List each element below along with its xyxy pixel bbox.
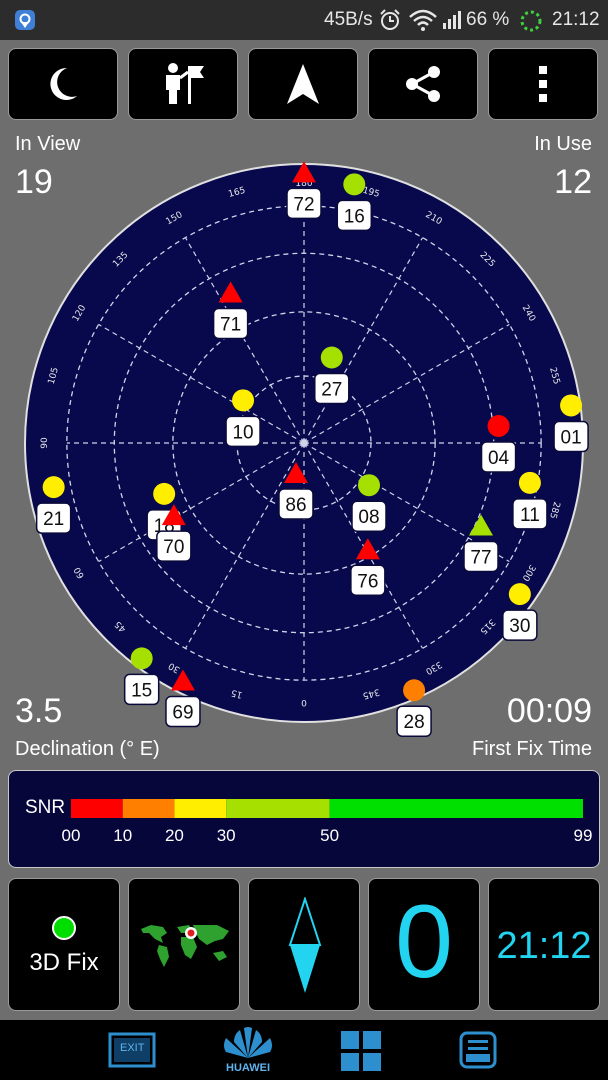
in-view-label: In View xyxy=(15,133,81,155)
satellite-id: 27 xyxy=(321,380,342,401)
sky-plot: 0153045607590105120135150165180195210225… xyxy=(24,161,589,737)
waypoint-button[interactable] xyxy=(128,48,238,120)
snr-segment xyxy=(71,799,123,818)
satellite-id: 70 xyxy=(163,537,184,558)
speed-value: 0 xyxy=(395,884,453,1000)
first-fix-value: 00:09 xyxy=(506,692,592,730)
satellite-id: 71 xyxy=(220,315,241,336)
satellite-id: 16 xyxy=(344,206,365,227)
alarm-icon xyxy=(380,9,400,30)
satellite-marker xyxy=(403,679,426,702)
satellite-id: 11 xyxy=(520,505,540,526)
battery-percent: 66 % xyxy=(466,9,510,30)
satellite-marker xyxy=(343,173,366,196)
fix-indicator-dot xyxy=(52,916,76,940)
navigate-button[interactable] xyxy=(248,48,358,120)
snr-tick-label: 20 xyxy=(165,826,184,845)
satellite-marker xyxy=(357,474,380,497)
brand-label: HUAWEI xyxy=(226,1062,270,1074)
satellite-id: 21 xyxy=(43,509,64,530)
navigation-bar: EXIT HUAWEI xyxy=(0,1020,608,1080)
satellite-id: 76 xyxy=(357,571,378,592)
satellite-id: 86 xyxy=(285,495,306,516)
snr-tick-label: 00 xyxy=(62,826,81,845)
apps-grid-icon xyxy=(341,1031,381,1071)
satellite-id: 77 xyxy=(470,548,491,569)
world-map-icon xyxy=(137,919,233,971)
clock-display[interactable]: 21:12 xyxy=(488,878,600,1011)
signal-icon xyxy=(443,11,461,29)
location-icon xyxy=(15,10,35,30)
share-button[interactable] xyxy=(368,48,478,120)
more-vertical-icon xyxy=(539,66,547,102)
declination-label: Declination (° E) xyxy=(15,738,160,760)
more-options-button[interactable] xyxy=(488,48,598,120)
clock-value: 21:12 xyxy=(496,925,592,967)
loading-ring-icon xyxy=(520,10,542,32)
snr-tick-label: 50 xyxy=(320,826,339,845)
snr-tick-label: 99 xyxy=(574,826,593,845)
speed-display[interactable]: 0 xyxy=(368,878,480,1011)
notifications-button[interactable] xyxy=(458,1030,498,1070)
snr-tick-label: 30 xyxy=(217,826,236,845)
satellite-marker xyxy=(232,389,255,412)
person-flag-icon xyxy=(166,63,204,104)
satellite-marker xyxy=(560,394,583,417)
share-icon xyxy=(406,66,440,102)
declination-value: 3.5 xyxy=(15,692,63,730)
satellite-id: 28 xyxy=(404,712,425,733)
satellite-marker xyxy=(153,482,176,505)
satellite-id: 72 xyxy=(293,194,314,215)
navigation-arrow-icon xyxy=(287,64,319,104)
exit-label: EXIT xyxy=(120,1042,145,1054)
fix-status-button[interactable]: 3D Fix xyxy=(8,878,120,1011)
night-mode-button[interactable] xyxy=(8,48,118,120)
first-fix-label: First Fix Time xyxy=(472,738,592,760)
apps-button[interactable] xyxy=(340,1030,382,1072)
wifi-icon xyxy=(409,9,437,31)
satellite-id: 04 xyxy=(488,448,510,469)
satellite-id: 08 xyxy=(358,507,379,528)
azimuth-tick-label: 0 xyxy=(301,697,307,707)
moon-icon xyxy=(50,67,77,100)
snr-legend: SNR 00 10 20 30 50 99 xyxy=(8,770,600,868)
azimuth-tick-label: 90 xyxy=(40,437,50,449)
snr-tick-label: 10 xyxy=(113,826,132,845)
satellite-marker xyxy=(320,346,343,369)
satellite-marker xyxy=(130,647,153,670)
status-bar: 45B/s 66 % 21:12 xyxy=(0,0,608,40)
fix-status-label: 3D Fix xyxy=(29,949,99,976)
satellite-id: 30 xyxy=(509,616,530,637)
notification-tray-icon xyxy=(459,1031,497,1069)
clock: 21:12 xyxy=(552,9,600,30)
exit-button[interactable]: EXIT xyxy=(104,1030,160,1070)
satellite-marker xyxy=(508,583,531,606)
snr-segment xyxy=(329,799,583,818)
network-speed: 45B/s xyxy=(324,9,373,30)
snr-segment xyxy=(122,799,175,818)
huawei-home-button[interactable]: HUAWEI xyxy=(220,1026,276,1076)
satellite-id: 10 xyxy=(232,422,253,443)
satellite-marker xyxy=(42,476,65,499)
snr-segment xyxy=(174,799,227,818)
satellite-marker xyxy=(487,414,510,437)
compass-button[interactable] xyxy=(248,878,360,1011)
satellite-id: 69 xyxy=(172,703,193,724)
in-use-label: In Use xyxy=(534,133,592,155)
snr-segment xyxy=(226,799,330,818)
satellite-marker xyxy=(518,471,541,494)
satellite-id: 15 xyxy=(131,680,152,701)
huawei-logo-icon xyxy=(224,1027,272,1058)
snr-scale: 00 10 20 30 50 99 xyxy=(62,799,593,845)
compass-needle-icon xyxy=(288,897,322,993)
world-map-button[interactable] xyxy=(128,878,240,1011)
satellite-id: 01 xyxy=(561,427,582,448)
